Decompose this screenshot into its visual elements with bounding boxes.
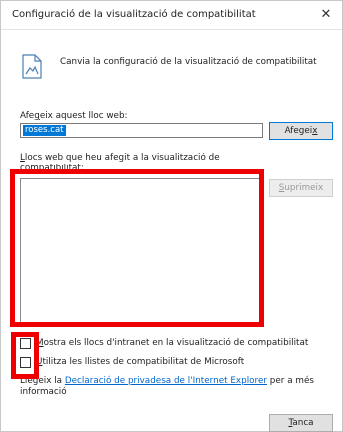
dialog-header-text: Canvia la configuració de la visualitzac… [60, 57, 317, 67]
added-sites-label-line2: compatibilitat: [20, 164, 84, 170]
privacy-info-text: Llegeix la Declaració de privadesa de l'… [20, 376, 314, 397]
remove-button[interactable]: Suprimeix [269, 179, 333, 197]
privacy-statement-link[interactable]: Declaració de privadesa de l'Internet Ex… [65, 376, 267, 386]
microsoft-lists-checkbox[interactable] [20, 357, 31, 368]
dialog-title: Configuració de la visualització de comp… [12, 9, 256, 20]
website-input-value: roses.cat [23, 125, 66, 136]
add-button[interactable]: Afegeix [269, 122, 333, 140]
microsoft-lists-checkbox-label: Utilitza les llistes de compatibilitat d… [36, 357, 245, 367]
intranet-checkbox[interactable] [20, 338, 31, 349]
added-sites-list[interactable] [20, 178, 263, 326]
document-compatibility-icon [22, 54, 42, 79]
close-button[interactable]: Tanca [269, 414, 333, 432]
title-bar: Configuració de la visualització de comp… [1, 1, 342, 30]
close-icon[interactable]: ✕ [316, 5, 336, 25]
compatibility-view-settings-dialog: Configuració de la visualització de comp… [0, 0, 343, 432]
intranet-checkbox-label: Mostra els llocs d'intranet en la visual… [36, 338, 309, 348]
website-input[interactable]: roses.cat [20, 123, 263, 138]
add-site-label: Afegeix aquest lloc web: [20, 111, 128, 121]
